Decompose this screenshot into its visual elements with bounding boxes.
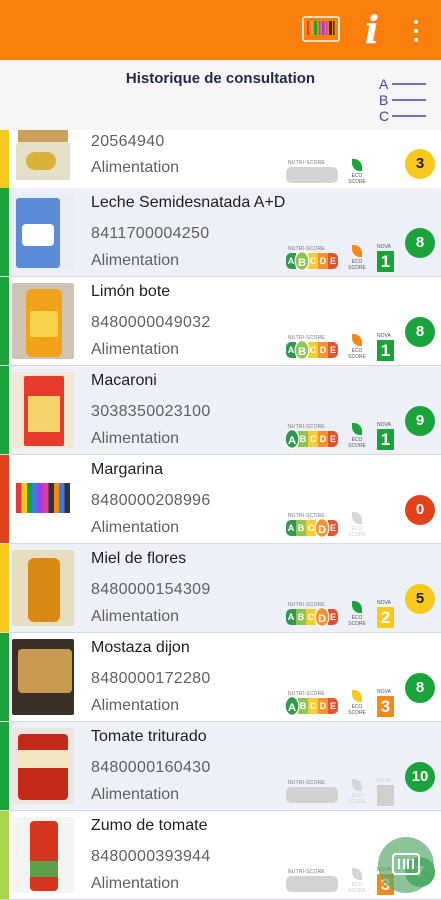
nutri-score-badge: NUTRI-SCORE A B C D E bbox=[284, 424, 338, 450]
history-list-item[interactable]: Zumo de tomate 8480000393944 Alimentation N… bbox=[0, 811, 441, 900]
product-score-badge: 3 bbox=[405, 149, 435, 179]
score-stripe bbox=[0, 188, 9, 276]
product-score-badge: 8 bbox=[405, 228, 435, 258]
eco-score-icon: ECO SCORE bbox=[348, 690, 366, 718]
nova-group-badge: NOVA bbox=[377, 778, 394, 806]
score-stripe bbox=[0, 277, 9, 365]
product-barcode-number: 8480000160430 bbox=[91, 759, 211, 776]
score-stripe bbox=[0, 811, 9, 899]
product-barcode-number: 8480000393944 bbox=[91, 848, 211, 865]
product-thumbnail bbox=[12, 283, 74, 359]
product-category: Alimentation bbox=[91, 875, 180, 892]
history-list-item[interactable]: Tomate triturado 8480000160430 Alimentatio… bbox=[0, 722, 441, 811]
score-stripe bbox=[0, 366, 9, 454]
svg-text:C: C bbox=[379, 108, 389, 124]
nutri-score-badge: NUTRI-SCORE A B C D E bbox=[286, 335, 338, 361]
product-thumbnail bbox=[12, 817, 74, 893]
product-name: Leche Semidesnatada A+D bbox=[91, 194, 286, 211]
product-barcode-number: 8480000172280 bbox=[91, 670, 211, 687]
eco-score-icon: ECO SCORE bbox=[348, 159, 366, 187]
product-name: Limón bote bbox=[91, 283, 171, 300]
history-list-item[interactable]: Macaroni 3038350023100 Alimentation NUTRI-S… bbox=[0, 366, 441, 455]
overflow-menu-icon[interactable] bbox=[404, 18, 428, 44]
product-thumbnail bbox=[12, 550, 74, 626]
product-score-badge: 9 bbox=[405, 406, 435, 436]
nova-group-badge: NOVA 1 bbox=[377, 422, 394, 450]
product-score-badge: 5 bbox=[405, 584, 435, 614]
nutri-score-badge: NUTRI-SCORE A B C D E bbox=[284, 691, 338, 717]
scan-fab-button[interactable] bbox=[378, 837, 434, 893]
product-category: Alimentation bbox=[91, 341, 180, 358]
product-barcode-number: 8411700004250 bbox=[91, 225, 210, 242]
product-category: Alimentation bbox=[91, 608, 180, 625]
nutri-score-badge: NUTRI-SCORE A B C D E bbox=[286, 780, 339, 806]
product-name: Miel de flores bbox=[91, 550, 187, 567]
score-stripe bbox=[0, 722, 9, 810]
product-score-badge: 10 bbox=[405, 762, 435, 792]
app-bar: i bbox=[0, 0, 441, 60]
eco-score-icon: ECO SCORE bbox=[348, 334, 366, 362]
product-category: Alimentation bbox=[91, 697, 180, 714]
product-barcode-number: 3038350023100 bbox=[91, 403, 211, 420]
barcode-scan-icon bbox=[392, 853, 420, 875]
product-name: Macaroni bbox=[91, 372, 157, 389]
history-list: 20564940 Alimentation NUTRI-SCORE A B C D E ECO … bbox=[0, 130, 441, 900]
product-category: Alimentation bbox=[91, 159, 180, 176]
nutri-score-badge: NUTRI-SCORE A B C D E bbox=[286, 246, 338, 272]
history-header: Historique de consultation A B C bbox=[0, 60, 441, 130]
product-category: Alimentation bbox=[91, 519, 180, 536]
product-score-badge: 8 bbox=[405, 673, 435, 703]
product-category: Alimentation bbox=[91, 252, 180, 269]
history-list-item[interactable]: Miel de flores 8480000154309 Alimentation N… bbox=[0, 544, 441, 633]
product-name: Margarina bbox=[91, 461, 164, 478]
info-button[interactable]: i bbox=[360, 8, 384, 52]
product-thumbnail bbox=[12, 461, 74, 537]
product-barcode-number: 8480000208996 bbox=[91, 492, 211, 509]
history-list-item[interactable]: 20564940 Alimentation NUTRI-SCORE A B C D E ECO … bbox=[0, 130, 441, 189]
history-list-item[interactable]: Limón bote 8480000049032 Alimentation NUTRI… bbox=[0, 277, 441, 366]
svg-text:B: B bbox=[379, 92, 388, 108]
nova-group-badge: NOVA 2 bbox=[377, 600, 394, 628]
score-stripe bbox=[0, 130, 9, 188]
product-thumbnail bbox=[12, 728, 74, 804]
eco-score-icon: ECO SCORE bbox=[348, 601, 366, 629]
product-barcode-number: 8480000154309 bbox=[91, 581, 211, 598]
nutri-score-badge: NUTRI-SCORE A B C D E bbox=[286, 513, 338, 539]
sort-alphabetical-icon[interactable]: A B C bbox=[374, 69, 430, 125]
eco-score-icon: ECO SCORE bbox=[348, 245, 366, 273]
eco-score-icon: ECO SCORE bbox=[348, 868, 366, 896]
nova-group-badge: NOVA3 bbox=[377, 689, 394, 717]
nutri-score-badge: NUTRI-SCORE A B C D E bbox=[286, 869, 339, 895]
eco-score-icon: ECO SCORE bbox=[348, 779, 366, 807]
eco-score-icon: ECO SCORE bbox=[348, 512, 366, 540]
nova-group-badge: NOVA 1 bbox=[377, 333, 394, 361]
product-name: Zumo de tomate bbox=[91, 817, 208, 834]
product-category: Alimentation bbox=[91, 430, 180, 447]
product-barcode-number: 20564940 bbox=[91, 133, 165, 150]
product-score-badge: 8 bbox=[405, 317, 435, 347]
nutri-score-badge: NUTRI-SCORE A B C D E bbox=[286, 160, 339, 186]
history-list-item[interactable]: Leche Semidesnatada A+D 8411700004250 Alim… bbox=[0, 188, 441, 277]
svg-text:A: A bbox=[379, 76, 389, 92]
score-stripe bbox=[0, 633, 9, 721]
product-thumbnail bbox=[12, 130, 74, 180]
product-name: Mostaza dijon bbox=[91, 639, 190, 656]
product-barcode-number: 8480000049032 bbox=[91, 314, 211, 331]
nutri-score-badge: NUTRI-SCORE A B C D E bbox=[286, 602, 338, 628]
product-thumbnail bbox=[12, 639, 74, 715]
nova-group-badge: NOVA 1 bbox=[377, 244, 394, 272]
score-stripe bbox=[0, 544, 9, 632]
barcode-history-icon[interactable] bbox=[302, 16, 340, 42]
product-thumbnail bbox=[12, 372, 74, 448]
history-list-item[interactable]: Margarina 8480000208996 Alimentation NUTRI-… bbox=[0, 455, 441, 544]
product-score-badge: 0 bbox=[405, 495, 435, 525]
product-category: Alimentation bbox=[91, 786, 180, 803]
history-list-item[interactable]: Mostaza dijon 8480000172280 Alimentation NU… bbox=[0, 633, 441, 722]
eco-score-icon: ECO SCORE bbox=[348, 423, 366, 451]
product-thumbnail bbox=[12, 194, 74, 270]
score-stripe bbox=[0, 455, 9, 543]
product-name: Tomate triturado bbox=[91, 728, 207, 745]
